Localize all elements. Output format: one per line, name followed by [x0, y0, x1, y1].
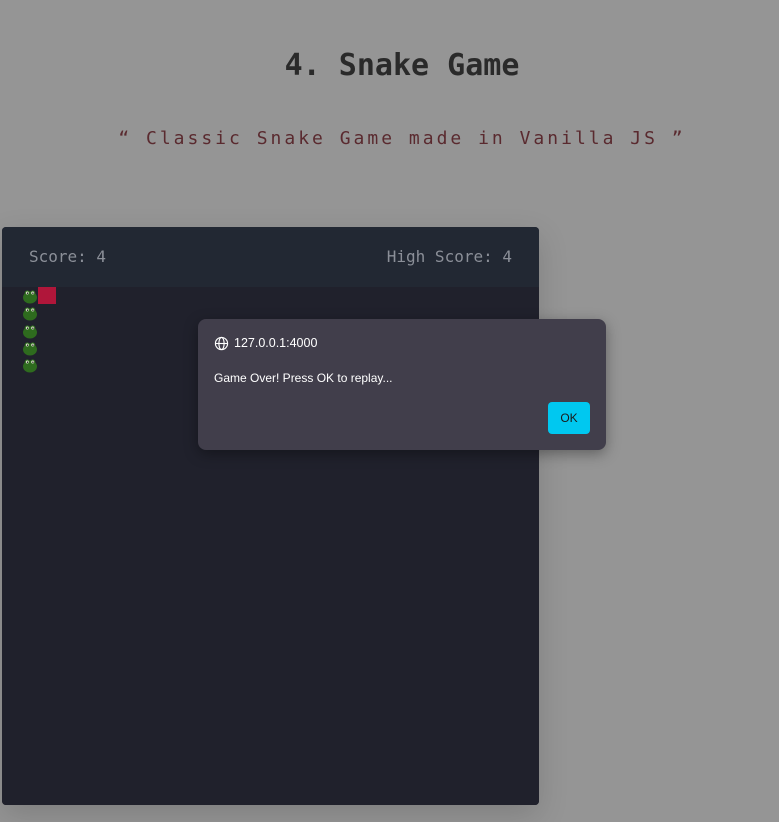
ok-button[interactable]: OK [548, 402, 590, 434]
alert-origin: 127.0.0.1:4000 [214, 335, 317, 351]
score-display: Score: 4 [29, 247, 107, 266]
alert-dialog: 127.0.0.1:4000 Game Over! Press OK to re… [198, 319, 606, 450]
game-wrapper: Score: 4 High Score: 4 [2, 227, 539, 805]
high-score-display: High Score: 4 [386, 247, 512, 266]
snake-segment [22, 305, 38, 321]
food [38, 287, 56, 304]
alert-origin-text: 127.0.0.1:4000 [234, 336, 318, 350]
globe-icon [214, 336, 229, 350]
page-title: 4. Snake Game [284, 48, 520, 83]
page-subtitle: “ Classic Snake Game made in Vanilla JS … [118, 128, 686, 149]
alert-message: Game Over! Press OK to replay... [214, 371, 393, 385]
game-header: Score: 4 High Score: 4 [2, 227, 539, 287]
snake-segment [22, 323, 38, 339]
snake-segment [22, 357, 38, 373]
snake-segment [22, 288, 38, 304]
snake-segment [22, 340, 38, 356]
